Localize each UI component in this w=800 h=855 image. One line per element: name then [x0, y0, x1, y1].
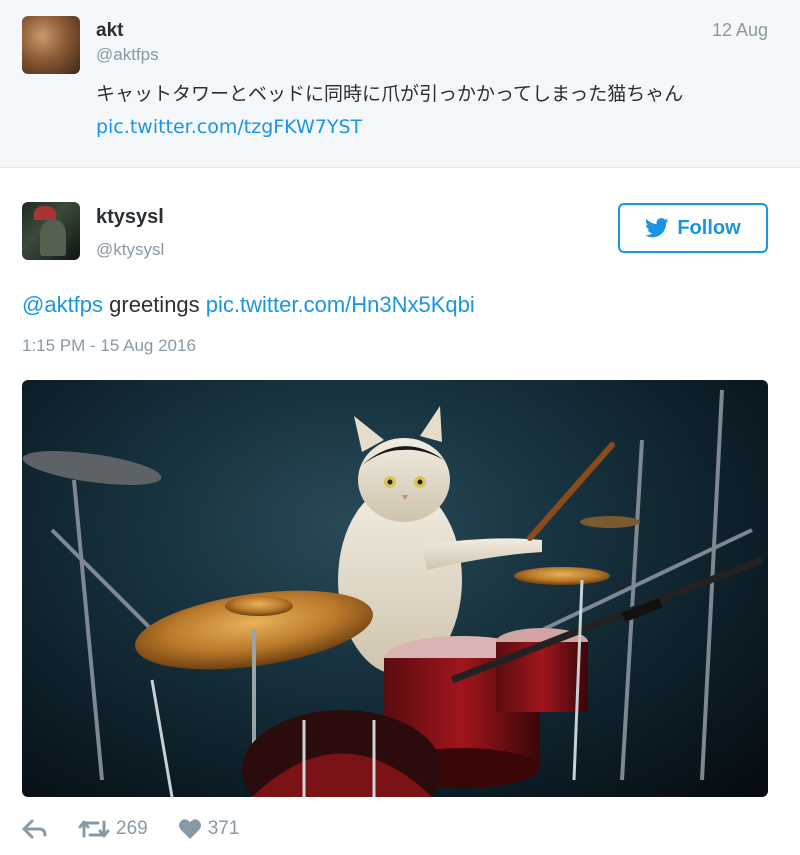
- like-button[interactable]: 371: [178, 818, 240, 840]
- author-name[interactable]: ktysysl: [96, 206, 164, 229]
- like-count: 371: [207, 818, 240, 839]
- retweet-count: 269: [116, 818, 148, 839]
- tweet-text: @aktfps greetings pic.twitter.com/Hn3Nx5…: [22, 292, 475, 318]
- parent-tweet-link[interactable]: pic.twitter.com/tzgFKW7YST: [96, 116, 362, 138]
- tweet-link[interactable]: pic.twitter.com/Hn3Nx5Kqbi: [206, 292, 475, 317]
- retweet-button[interactable]: 269: [78, 818, 148, 840]
- tweet-timestamp[interactable]: 1:15 PM - 15 Aug 2016: [22, 336, 196, 356]
- parent-tweet-body: キャットタワーとベッドに同時に爪が引っかかってしまった猫ちゃん: [96, 83, 684, 105]
- tweet-photo[interactable]: [22, 380, 768, 797]
- heart-icon: [178, 819, 201, 839]
- tweet-actions: 269 371: [22, 812, 239, 846]
- twitter-bird-icon: [645, 218, 669, 238]
- parent-tweet: akt @aktfps 12 Aug キャットタワーとベッドに同時に爪が引っかか…: [0, 0, 800, 168]
- parent-author-name[interactable]: akt: [96, 20, 123, 42]
- reply-button[interactable]: [22, 819, 48, 839]
- tweet-mention[interactable]: @aktfps: [22, 292, 103, 317]
- retweet-icon: [78, 820, 110, 838]
- avatar-figure-shape: [40, 220, 66, 256]
- parent-tweet-text: キャットタワーとベッドに同時に爪が引っかかってしまった猫ちゃん pic.twit…: [96, 78, 766, 144]
- parent-author-handle[interactable]: @aktfps: [96, 45, 159, 65]
- author-avatar[interactable]: [22, 202, 80, 260]
- cat-drummer-illustration: [22, 389, 764, 797]
- parent-author-avatar[interactable]: [22, 16, 80, 74]
- author-handle[interactable]: @ktysysl: [96, 240, 164, 260]
- avatar-hat-shape: [34, 206, 56, 220]
- reply-icon: [22, 819, 47, 839]
- follow-button[interactable]: Follow: [618, 203, 768, 253]
- parent-tweet-date[interactable]: 12 Aug: [712, 20, 768, 41]
- tweet-body: greetings: [109, 292, 200, 317]
- follow-label: Follow: [677, 216, 741, 239]
